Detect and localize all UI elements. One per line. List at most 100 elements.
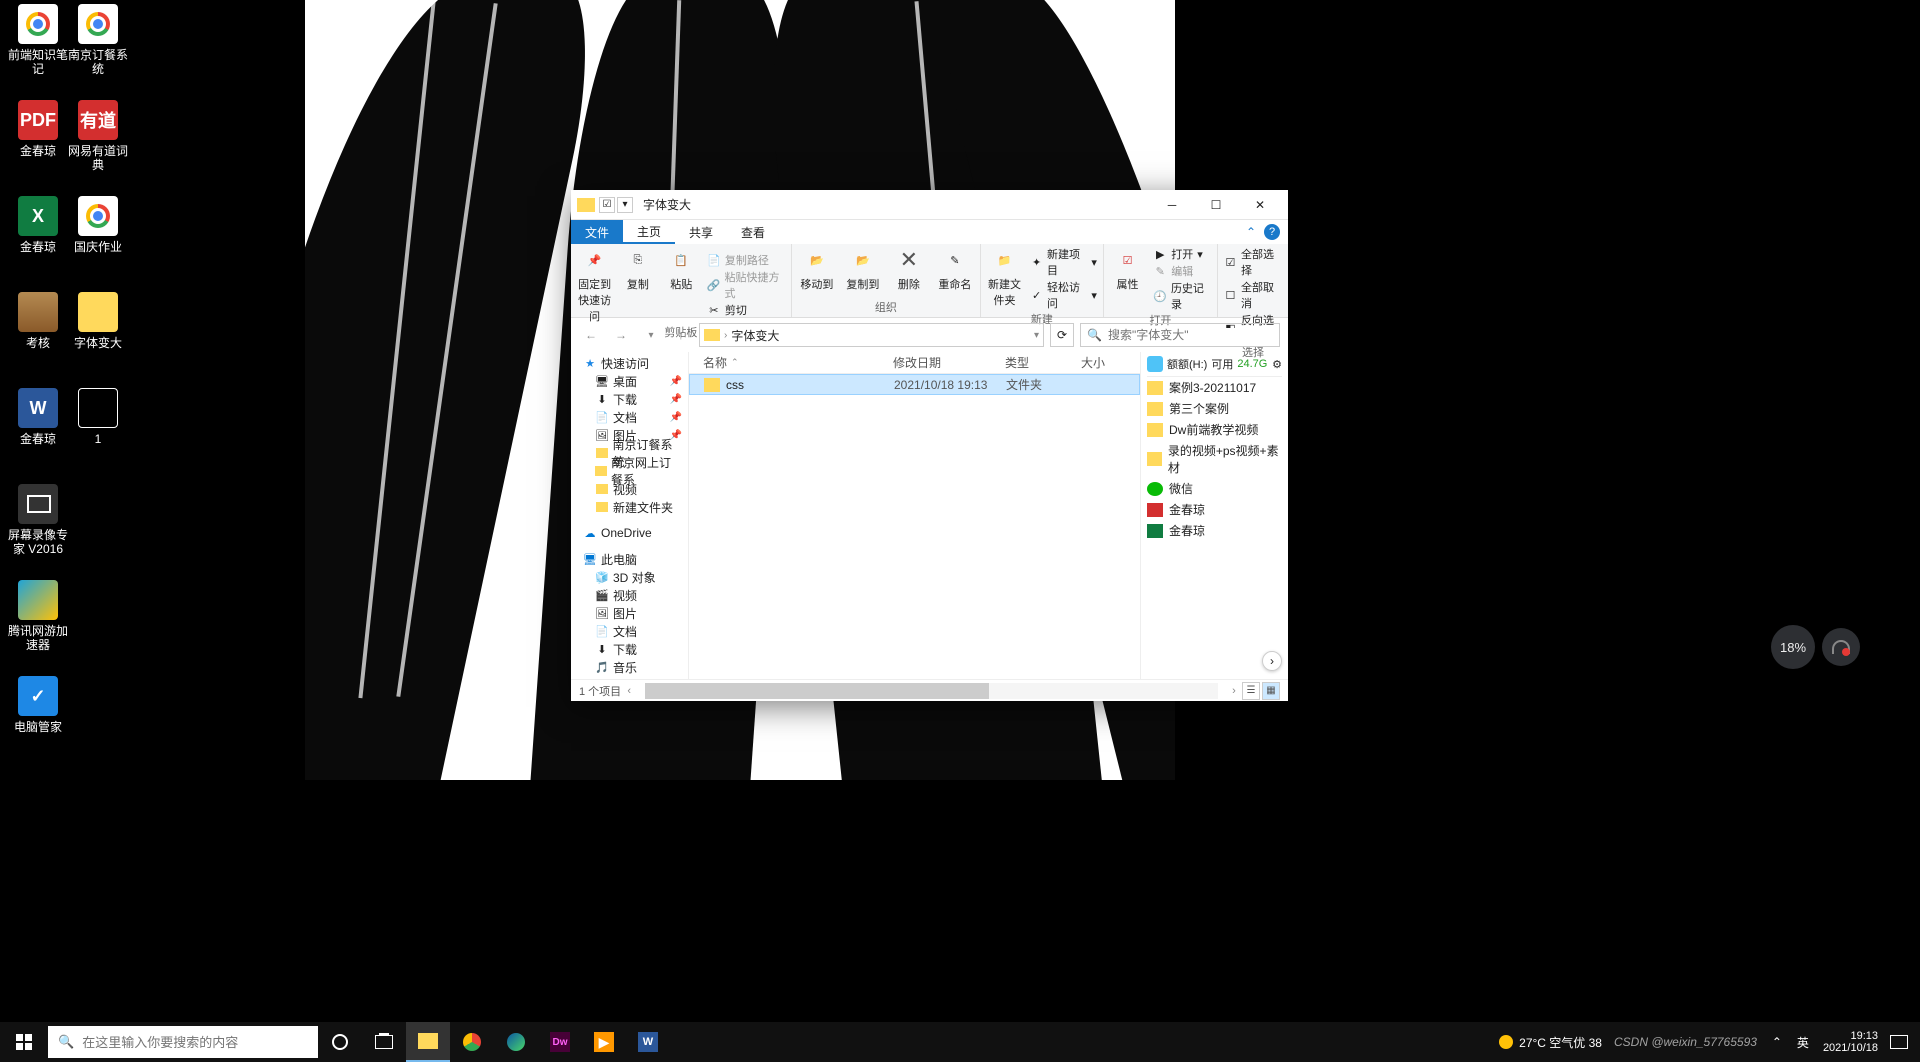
select-none-button[interactable]: ☐全部取消 [1224, 279, 1282, 311]
minimize-button[interactable]: ─ [1150, 191, 1194, 219]
column-type[interactable]: 类型 [1005, 354, 1081, 371]
sidebar-item[interactable]: 🎬视频 [571, 586, 688, 604]
refresh-button[interactable]: ⟳ [1050, 323, 1074, 347]
system-tray[interactable]: ⌃ 英 [1769, 1034, 1811, 1050]
quick-item[interactable]: 第三个案例 [1147, 398, 1282, 419]
select-all-button[interactable]: ☑全部选择 [1224, 246, 1282, 278]
quick-item[interactable]: 案例3-20211017 [1147, 377, 1282, 398]
tab-view[interactable]: 查看 [727, 220, 779, 244]
open-button[interactable]: ▶打开 ▾ [1153, 246, 1211, 262]
sidebar-item[interactable]: 🖥桌面📌 [571, 372, 688, 390]
hscroll-left[interactable]: ‹ [621, 683, 637, 699]
search-input[interactable] [1108, 328, 1273, 342]
search-box[interactable]: 🔍 [1080, 323, 1280, 347]
pin-quick-access-button[interactable]: 📌固定到快速访问 [577, 246, 612, 324]
edit-button[interactable]: ✎编辑 [1153, 263, 1211, 279]
nav-recent[interactable]: ▾ [639, 323, 663, 347]
sidebar-item[interactable]: 🎵音乐 [571, 658, 688, 676]
nav-back[interactable]: ← [579, 323, 603, 347]
tab-home[interactable]: 主页 [623, 220, 675, 244]
sidebar-onedrive[interactable]: ☁OneDrive [571, 524, 688, 542]
qa-tool-2[interactable]: ▾ [617, 197, 633, 213]
notifications-button[interactable] [1890, 1035, 1908, 1049]
task-view-button[interactable] [362, 1022, 406, 1062]
quick-item[interactable]: 微信 [1147, 478, 1282, 499]
taskbar-dreamweaver[interactable]: Dw [538, 1022, 582, 1062]
path-segment[interactable]: 字体变大 [731, 327, 779, 344]
help-button[interactable]: ? [1264, 224, 1280, 240]
desktop-icon[interactable]: ✓电脑管家 [8, 676, 68, 734]
paste-shortcut-button[interactable]: 🔗粘贴快捷方式 [707, 269, 785, 301]
desktop-icon[interactable]: 屏幕录像专家 V2016 [8, 484, 68, 557]
desktop-icon[interactable]: 腾讯网游加速器 [8, 580, 68, 653]
history-button[interactable]: 🕘历史记录 [1153, 280, 1211, 312]
expand-pane-button[interactable]: › [1262, 651, 1282, 671]
desktop-icon[interactable]: 前端知识笔记 [8, 4, 68, 77]
nav-forward[interactable]: → [609, 323, 633, 347]
qa-tool-1[interactable]: ☑ [599, 197, 615, 213]
taskbar-edge[interactable] [494, 1022, 538, 1062]
title-bar[interactable]: ☑ ▾ 字体变大 ─ ☐ ✕ [571, 190, 1288, 220]
desktop-icon[interactable]: 南京订餐系统 [68, 4, 128, 77]
maximize-button[interactable]: ☐ [1194, 191, 1238, 219]
sidebar-item[interactable]: 🧊3D 对象 [571, 568, 688, 586]
new-folder-button[interactable]: 📁新建文件夹 [987, 246, 1022, 311]
clock[interactable]: 19:13 2021/10/18 [1823, 1030, 1878, 1054]
paste-button[interactable]: 📋粘贴 [664, 246, 699, 324]
move-to-button[interactable]: 📂移动到 [798, 246, 836, 299]
taskbar-search-input[interactable] [82, 1035, 308, 1050]
ime-indicator[interactable]: 英 [1795, 1034, 1811, 1050]
desktop-icon[interactable]: 国庆作业 [68, 196, 128, 254]
desktop-icon[interactable]: 考核 [8, 292, 68, 350]
sidebar-item[interactable]: 新建文件夹 [571, 498, 688, 516]
nav-pane[interactable]: ★快速访问 🖥桌面📌⬇下载📌📄文档📌🖼图片📌南京订餐系统南京网上订餐系视频新建文… [571, 352, 689, 679]
column-size[interactable]: 大小 [1081, 354, 1121, 371]
desktop-icon[interactable]: PDF金春琼 [8, 100, 68, 158]
sidebar-item[interactable]: 📄文档📌 [571, 408, 688, 426]
view-large-icons[interactable]: ▦ [1262, 682, 1280, 700]
ribbon-collapse[interactable]: ⌃ [1246, 225, 1256, 239]
column-name[interactable]: 名称 ⌃ [703, 354, 893, 371]
hscroll-track[interactable] [645, 683, 1218, 699]
cortana-button[interactable] [318, 1022, 362, 1062]
nav-up[interactable]: ↑ [669, 323, 693, 347]
taskbar-search[interactable]: 🔍 [48, 1026, 318, 1058]
column-date[interactable]: 修改日期 [893, 354, 1005, 371]
floating-wifi-indicator[interactable] [1822, 628, 1860, 666]
properties-button[interactable]: ☑属性 [1110, 246, 1145, 312]
sidebar-item[interactable]: 南京网上订餐系 [571, 462, 688, 480]
address-bar[interactable]: › 字体变大 ▾ [699, 323, 1044, 347]
sidebar-item[interactable]: 📄文档 [571, 622, 688, 640]
desktop-icon[interactable]: X金春琼 [8, 196, 68, 254]
tray-chevron[interactable]: ⌃ [1769, 1034, 1785, 1050]
tab-file[interactable]: 文件 [571, 220, 623, 244]
floating-indicator[interactable]: 18% [1771, 625, 1815, 669]
new-item-button[interactable]: ✦新建项目 ▾ [1030, 246, 1097, 278]
easy-access-button[interactable]: ✓轻松访问 ▾ [1030, 279, 1097, 311]
copy-button[interactable]: ⎘复制 [620, 246, 655, 324]
sidebar-item[interactable]: 🖼图片 [571, 604, 688, 622]
file-row[interactable]: css2021/10/18 19:13文件夹 [689, 374, 1140, 395]
sidebar-this-pc[interactable]: 🖥此电脑 [571, 550, 688, 568]
hscroll-right[interactable]: › [1226, 683, 1242, 699]
sidebar-item[interactable]: ⬇下载📌 [571, 390, 688, 408]
hscroll-thumb[interactable] [645, 683, 989, 699]
copy-path-button[interactable]: 📄复制路径 [707, 252, 785, 268]
copy-to-button[interactable]: 📂复制到 [844, 246, 882, 299]
sidebar-quick-access[interactable]: ★快速访问 [571, 354, 688, 372]
rename-button[interactable]: ✎重命名 [936, 246, 974, 299]
quick-item[interactable]: Dw前端教学视频 [1147, 419, 1282, 440]
cut-button[interactable]: ✂剪切 [707, 302, 785, 318]
desktop-icon[interactable]: 1 [68, 388, 128, 446]
desktop-icon[interactable]: 字体变大 [68, 292, 128, 350]
tab-share[interactable]: 共享 [675, 220, 727, 244]
quick-item[interactable]: 金春琼 [1147, 520, 1282, 541]
start-button[interactable] [0, 1022, 48, 1062]
quick-item[interactable]: 金春琼 [1147, 499, 1282, 520]
close-button[interactable]: ✕ [1238, 191, 1282, 219]
desktop-icon[interactable]: 有道网易有道词典 [68, 100, 128, 173]
view-details[interactable]: ☰ [1242, 682, 1260, 700]
gear-icon[interactable]: ⚙ [1272, 358, 1282, 371]
delete-button[interactable]: ✕删除 [890, 246, 928, 299]
taskbar-chrome[interactable] [450, 1022, 494, 1062]
